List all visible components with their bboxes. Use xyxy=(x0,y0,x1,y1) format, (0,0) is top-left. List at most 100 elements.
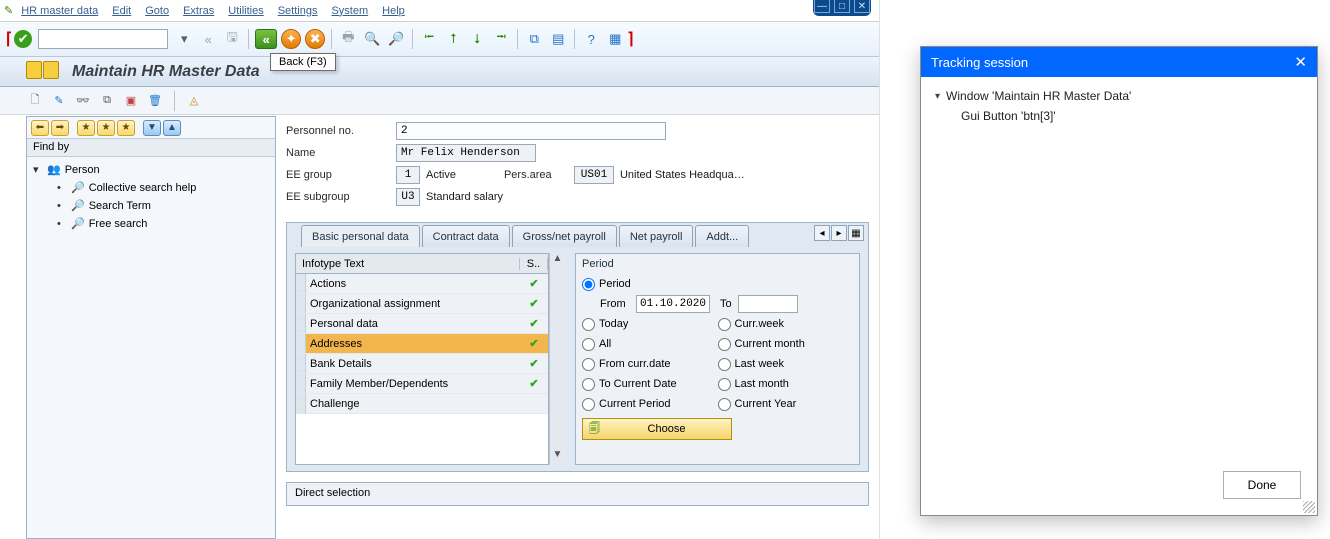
nav-fav1-button[interactable]: ★ xyxy=(77,120,95,136)
radio-input[interactable] xyxy=(582,358,595,371)
radio-input[interactable] xyxy=(582,378,595,391)
copy-button[interactable]: ⧉ xyxy=(98,92,116,110)
tab-gross-net-payroll[interactable]: Gross/net payroll xyxy=(512,225,617,247)
scroll-up-icon[interactable]: ▲ xyxy=(553,253,563,269)
nav-fav2-button[interactable]: ★ xyxy=(97,120,115,136)
infotype-row[interactable]: Organizational assignment✔ xyxy=(296,294,548,314)
menu-goto[interactable]: Goto xyxy=(145,5,169,17)
exit-button[interactable]: ✦ xyxy=(281,29,301,49)
help-button[interactable]: ? xyxy=(581,29,601,49)
layout-button[interactable]: ▤ xyxy=(548,29,568,49)
infotype-col-text[interactable]: Infotype Text xyxy=(296,258,520,270)
next-page-button[interactable]: ⭣ xyxy=(467,29,487,49)
menu-help[interactable]: Help xyxy=(382,5,405,17)
radio-curr-month[interactable]: Current month xyxy=(718,334,854,354)
menu-extras[interactable]: Extras xyxy=(183,5,214,17)
cancel-button[interactable]: ✖ xyxy=(305,29,325,49)
radio-today[interactable]: Today xyxy=(582,314,718,334)
first-page-button[interactable]: ⭰ xyxy=(419,29,439,49)
pernr-input[interactable]: 2 xyxy=(396,122,666,140)
choose-button[interactable]: 🗐 Choose xyxy=(582,418,732,440)
tab-basic-personal-data[interactable]: Basic personal data xyxy=(301,225,420,247)
print-button[interactable]: 🖶 xyxy=(338,29,358,49)
command-field[interactable] xyxy=(38,29,168,49)
infotype-col-status[interactable]: S.. xyxy=(520,258,548,270)
find-button[interactable]: 🔍 xyxy=(362,29,382,49)
radio-input[interactable] xyxy=(718,378,731,391)
menu-edit[interactable]: Edit xyxy=(112,5,131,17)
radio-input[interactable] xyxy=(718,318,731,331)
tab-contract-data[interactable]: Contract data xyxy=(422,225,510,247)
tab-additional[interactable]: Addt... xyxy=(695,225,749,247)
tab-net-payroll[interactable]: Net payroll xyxy=(619,225,694,247)
to-input[interactable] xyxy=(738,295,798,313)
nav-fav3-button[interactable]: ★ xyxy=(117,120,135,136)
radio-input[interactable] xyxy=(582,338,595,351)
overview-button[interactable]: ◬ xyxy=(185,92,203,110)
radio-all[interactable]: All xyxy=(582,334,718,354)
tracking-node-window[interactable]: ▾ Window 'Maintain HR Master Data' xyxy=(935,89,1303,103)
tab-scroll-right[interactable]: ▸ xyxy=(831,225,847,241)
enter-button[interactable]: ✔ xyxy=(14,30,32,48)
radio-input[interactable] xyxy=(582,398,595,411)
scroll-down-icon[interactable]: ▼ xyxy=(553,449,563,465)
customize-button[interactable]: ▦ xyxy=(605,29,625,49)
close-button[interactable]: ✕ xyxy=(854,0,870,13)
radio-from-curr[interactable]: From curr.date xyxy=(582,354,718,374)
infotype-row[interactable]: Addresses✔ xyxy=(296,334,548,354)
save-button[interactable]: 🖫 xyxy=(222,29,242,49)
nav-collapse-button[interactable]: ▲ xyxy=(163,120,181,136)
find-next-button[interactable]: 🔎 xyxy=(386,29,406,49)
radio-last-week[interactable]: Last week xyxy=(718,354,854,374)
radio-curr-week[interactable]: Curr.week xyxy=(718,314,854,334)
display-button[interactable]: 👓 xyxy=(74,92,92,110)
resize-handle[interactable] xyxy=(1303,501,1315,513)
infotype-row[interactable]: Personal data✔ xyxy=(296,314,548,334)
command-icon[interactable]: ✎ xyxy=(4,4,13,17)
tab-scroll-left[interactable]: ◂ xyxy=(814,225,830,241)
new-session-button[interactable]: ⧉ xyxy=(524,29,544,49)
minimize-button[interactable]: — xyxy=(814,0,830,13)
radio-to-curr[interactable]: To Current Date xyxy=(582,374,718,394)
tree-node-person[interactable]: ▾👥Person xyxy=(33,161,269,179)
infotype-row[interactable]: Actions✔ xyxy=(296,274,548,294)
maximize-button[interactable]: □ xyxy=(834,0,850,13)
done-button[interactable]: Done xyxy=(1223,471,1301,499)
dropdown-icon[interactable]: ▾ xyxy=(174,29,194,49)
radio-curr-year[interactable]: Current Year xyxy=(718,394,854,414)
radio-input[interactable] xyxy=(718,338,731,351)
delete-button[interactable]: 🗑 xyxy=(146,92,164,110)
create-button[interactable]: 🗋 xyxy=(26,92,44,110)
nav-expand-button[interactable]: ▼ xyxy=(143,120,161,136)
radio-input[interactable] xyxy=(718,358,731,371)
menu-utilities[interactable]: Utilities xyxy=(228,5,263,17)
tree-node-search-term[interactable]: •🔎Search Term xyxy=(33,197,269,215)
change-button[interactable]: ✎ xyxy=(50,92,68,110)
menu-hr-master-data[interactable]: HR master data xyxy=(21,5,98,17)
from-input[interactable] xyxy=(636,295,710,313)
infotype-row[interactable]: Challenge xyxy=(296,394,548,414)
delimit-button[interactable]: ▣ xyxy=(122,92,140,110)
radio-curr-period[interactable]: Current Period xyxy=(582,394,718,414)
tree-node-free-search[interactable]: •🔎Free search xyxy=(33,215,269,233)
infotype-row[interactable]: Family Member/Dependents✔ xyxy=(296,374,548,394)
infotype-scrollbar[interactable]: ▲ ▼ xyxy=(549,253,565,465)
radio-period[interactable]: Period xyxy=(582,274,853,294)
tab-list-button[interactable]: ▦ xyxy=(848,225,864,241)
menu-settings[interactable]: Settings xyxy=(278,5,318,17)
radio-input[interactable] xyxy=(718,398,731,411)
radio-last-month[interactable]: Last month xyxy=(718,374,854,394)
tree-node-collective-search[interactable]: •🔎Collective search help xyxy=(33,179,269,197)
radio-period-input[interactable] xyxy=(582,278,595,291)
nav-left-button[interactable]: ⬅ xyxy=(31,120,49,136)
radio-input[interactable] xyxy=(582,318,595,331)
nav-right-button[interactable]: ➡ xyxy=(51,120,69,136)
last-page-button[interactable]: ⭲ xyxy=(491,29,511,49)
menu-system[interactable]: System xyxy=(331,5,368,17)
back-button[interactable]: « xyxy=(255,29,277,49)
prev-page-button[interactable]: ⭡ xyxy=(443,29,463,49)
tracking-node-item[interactable]: Gui Button 'btn[3]' xyxy=(935,109,1303,123)
tracking-close-button[interactable]: ✕ xyxy=(1294,53,1307,71)
infotype-row[interactable]: Bank Details✔ xyxy=(296,354,548,374)
history-back-icon[interactable]: « xyxy=(198,29,218,49)
